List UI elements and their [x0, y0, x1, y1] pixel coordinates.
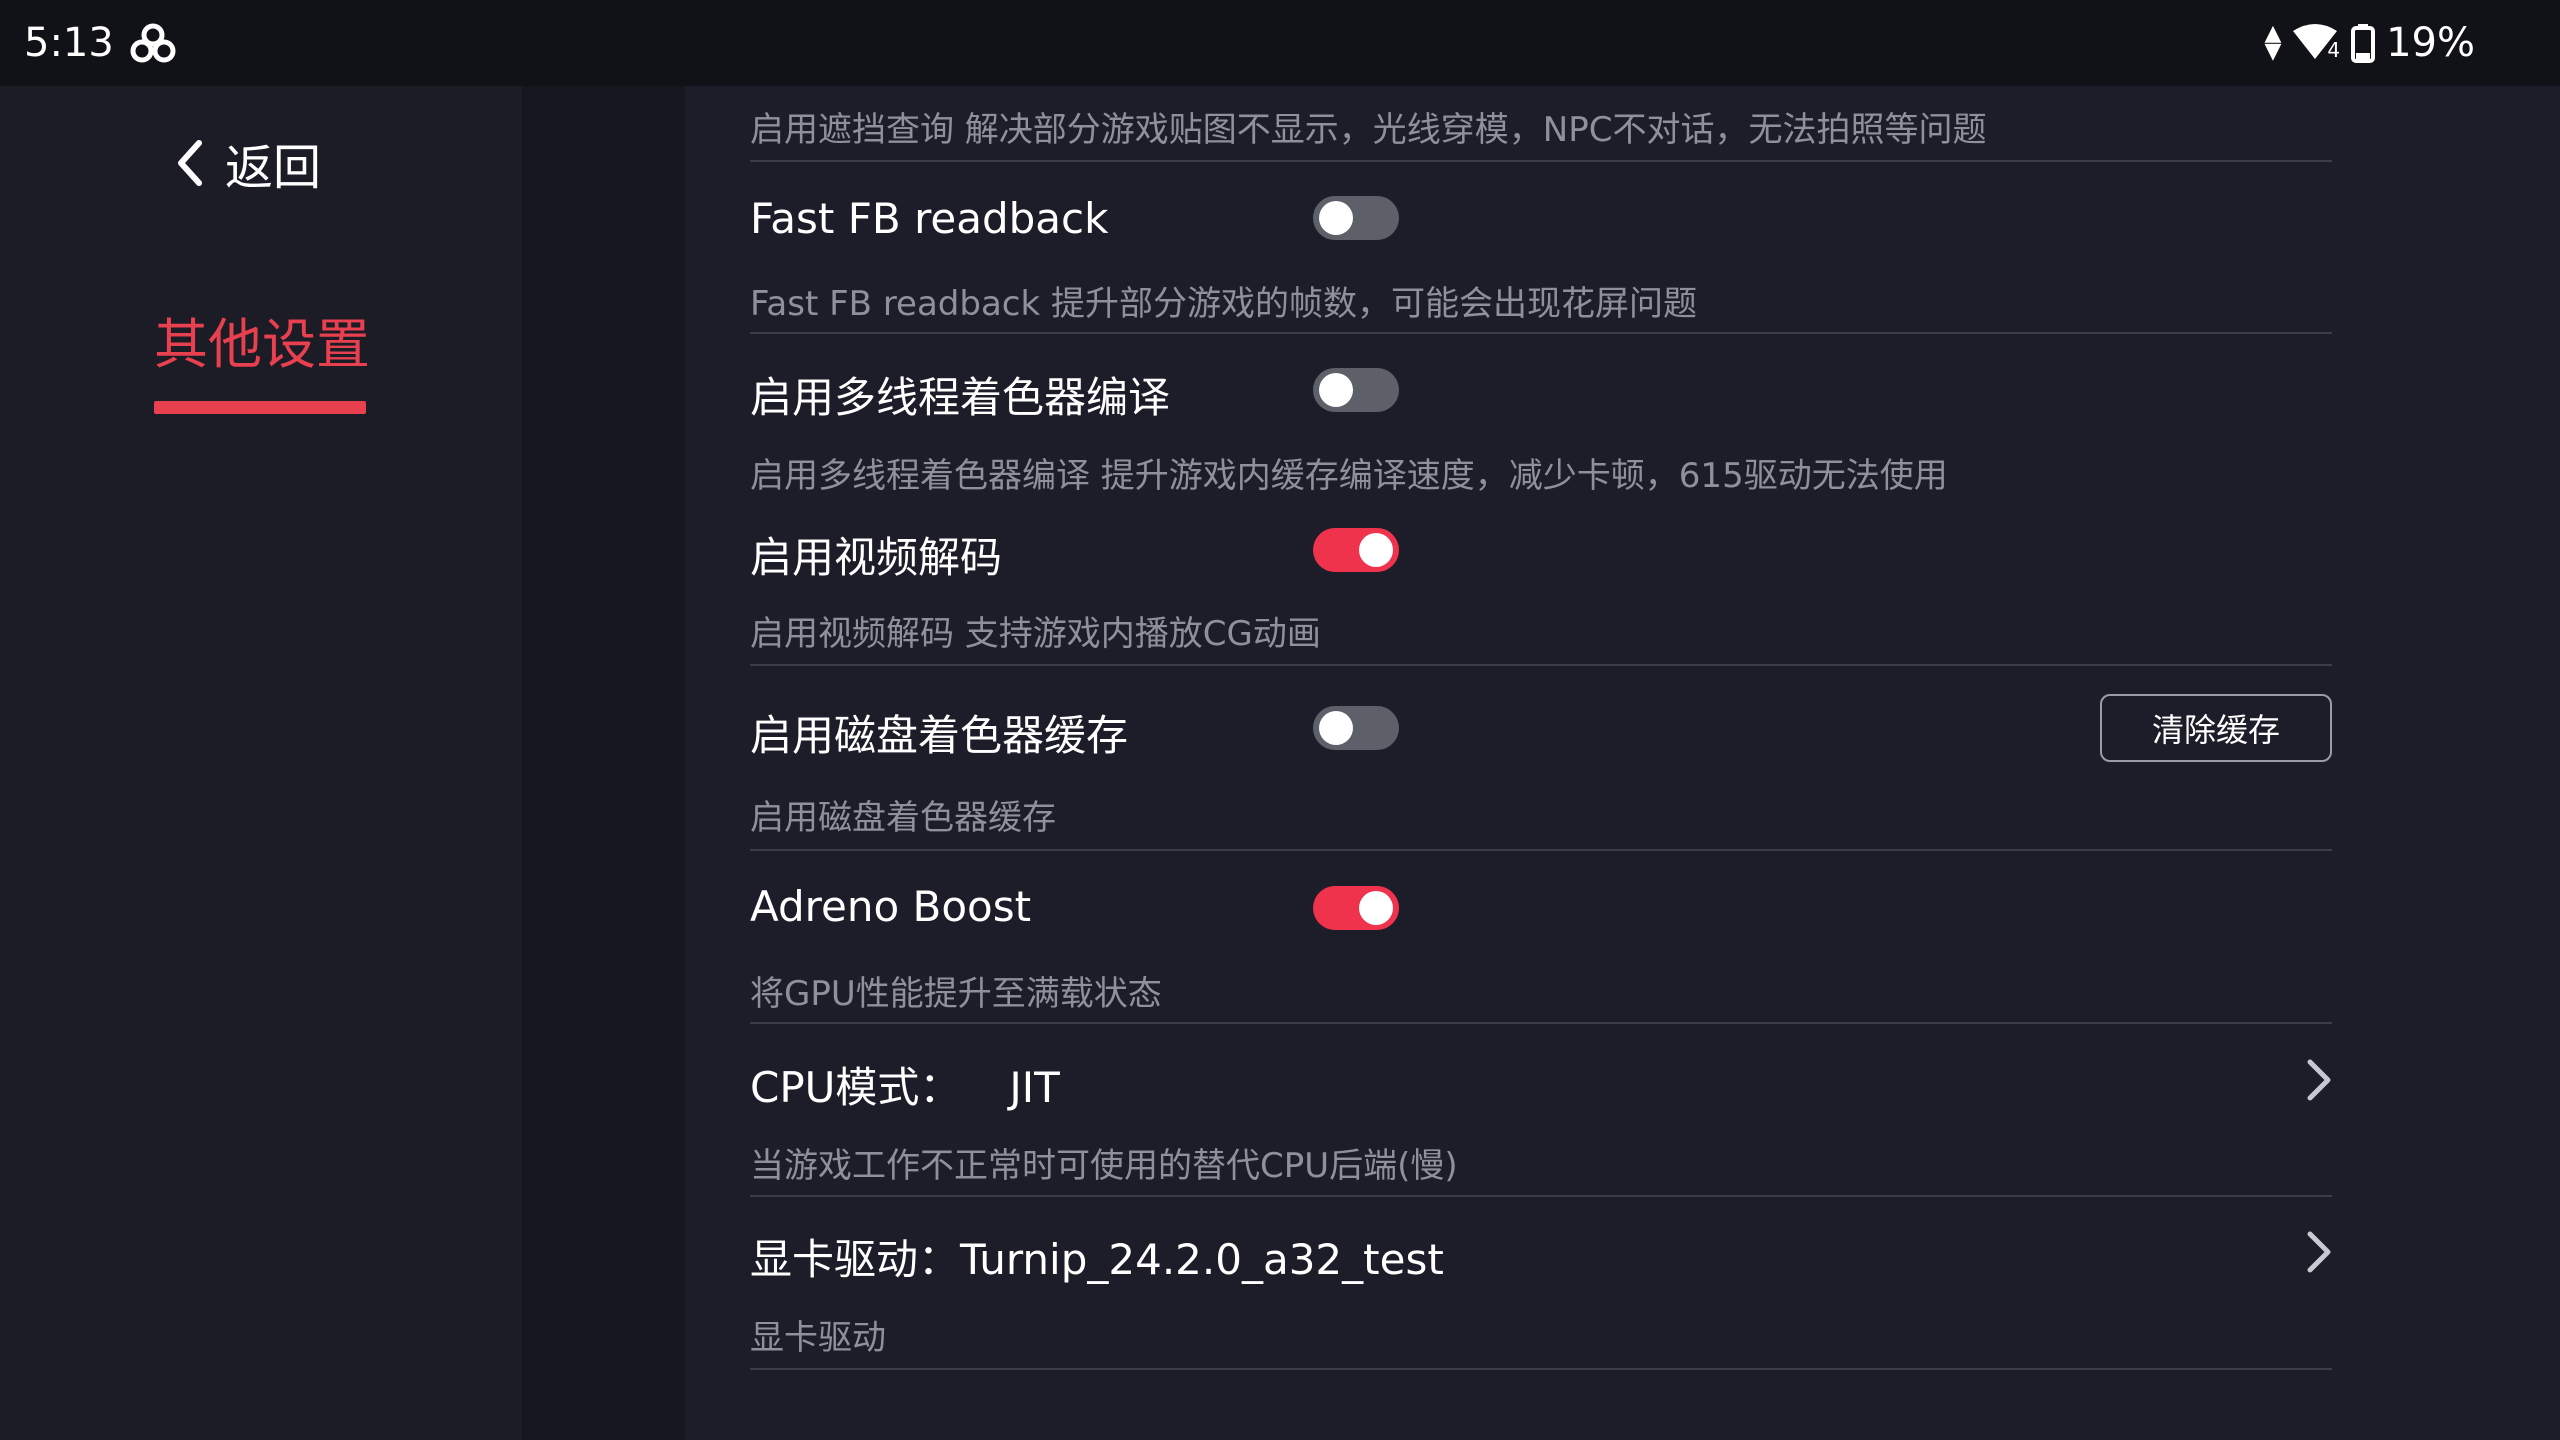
adreno-boost-description: 将GPU性能提升至满载状态	[750, 974, 1162, 1014]
clear-cache-button[interactable]: 清除缓存	[2100, 694, 2332, 762]
chevron-right-icon[interactable]	[2298, 1056, 2338, 1104]
toggle-knob	[1319, 711, 1353, 745]
battery-icon	[2351, 24, 2376, 63]
disk-shader-cache-toggle[interactable]	[1313, 706, 1399, 750]
video-decode-toggle[interactable]	[1313, 528, 1399, 572]
chevron-right-icon[interactable]	[2298, 1228, 2338, 1276]
tab-other-settings[interactable]: 其他设置	[154, 300, 370, 379]
cpu-mode-label: CPU模式：	[750, 1063, 962, 1112]
status-bar-right: ▲ ▼ 4 19%	[2264, 20, 2475, 66]
network-type-badge: 4	[2327, 38, 2341, 62]
divider	[750, 1195, 2332, 1197]
clock: 5:13	[24, 20, 114, 66]
adreno-boost-title: Adreno Boost	[750, 882, 1032, 931]
multithread-shader-description: 启用多线程着色器编译 提升游戏内缓存编译速度，减少卡顿，615驱动无法使用	[750, 456, 1948, 496]
disk-shader-cache-description: 启用磁盘着色器缓存	[750, 798, 1056, 838]
video-decode-title: 启用视频解码	[750, 533, 1003, 582]
occlusion-query-description: 启用遮挡查询 解决部分游戏贴图不显示，光线穿模，NPC不对话，无法拍照等问题	[750, 110, 1987, 150]
video-decode-description: 启用视频解码 支持游戏内播放CG动画	[750, 614, 1321, 654]
gpu-driver-title[interactable]: 显卡驱动：Turnip_24.2.0_a32_test	[750, 1226, 1444, 1287]
multithread-shader-title: 启用多线程着色器编译	[750, 373, 1171, 422]
toggle-knob	[1359, 891, 1393, 925]
cpu-mode-row[interactable]: CPU模式： JIT	[750, 1054, 1060, 1115]
cpu-mode-description: 当游戏工作不正常时可使用的替代CPU后端(慢)	[750, 1146, 1458, 1186]
toggle-knob	[1319, 373, 1353, 407]
status-bar: 5:13 ▲ ▼ 4 19%	[0, 0, 2560, 86]
data-activity-icon: ▲ ▼	[2264, 21, 2282, 64]
status-bar-left: 5:13	[24, 20, 176, 66]
fast-fb-title: Fast FB readback	[750, 194, 1109, 243]
disk-shader-cache-title: 启用磁盘着色器缓存	[750, 711, 1129, 760]
divider	[750, 1022, 2332, 1024]
back-button[interactable]: 返回	[175, 128, 321, 198]
panel-separator	[522, 86, 685, 1440]
gpu-driver-description: 显卡驱动	[750, 1318, 886, 1358]
toggle-knob	[1359, 533, 1393, 567]
app-notification-icon	[130, 23, 176, 63]
multithread-shader-toggle[interactable]	[1313, 368, 1399, 412]
divider	[750, 1368, 2332, 1370]
active-tab-indicator	[154, 401, 366, 414]
battery-percent: 19%	[2386, 20, 2475, 66]
divider	[750, 160, 2332, 162]
toggle-knob	[1319, 201, 1353, 235]
side-navigation	[0, 86, 522, 1440]
back-label: 返回	[225, 140, 322, 196]
fast-fb-toggle[interactable]	[1313, 196, 1399, 240]
divider	[750, 332, 2332, 334]
adreno-boost-toggle[interactable]	[1313, 886, 1399, 930]
fast-fb-description: Fast FB readback 提升部分游戏的帧数，可能会出现花屏问题	[750, 284, 1697, 324]
divider	[750, 849, 2332, 851]
divider	[750, 664, 2332, 666]
cpu-mode-value: JIT	[1009, 1063, 1060, 1112]
chevron-left-icon	[178, 140, 202, 186]
